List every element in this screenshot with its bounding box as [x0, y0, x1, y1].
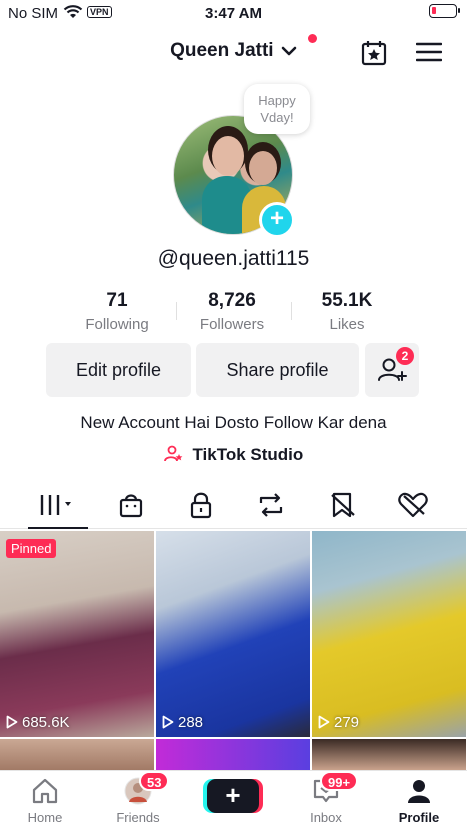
- content-tabs: [0, 483, 467, 529]
- view-count: 279: [318, 714, 359, 731]
- plus-icon: +: [225, 780, 241, 810]
- account-name: Queen Jatti: [170, 40, 274, 61]
- active-tab-indicator: [28, 527, 88, 529]
- stat-followers[interactable]: 8,726 Followers: [177, 290, 287, 333]
- nav-profile[interactable]: Profile: [379, 777, 459, 825]
- home-icon: [32, 778, 58, 804]
- view-count-value: 685.6K: [22, 714, 70, 731]
- videos-grid-icon[interactable]: [38, 491, 80, 519]
- add-friends-button[interactable]: 2: [365, 343, 419, 397]
- video-thumbnail[interactable]: 279: [312, 531, 466, 737]
- profile-stats: 71 Following 8,726 Followers 55.1K Likes: [60, 290, 407, 336]
- profile-header: Queen Jatti: [0, 34, 467, 70]
- friend-requests-badge: 2: [396, 347, 414, 365]
- calendar-star-icon[interactable]: [360, 39, 388, 67]
- battery-icon: [429, 4, 460, 18]
- chevron-down-icon: [281, 46, 297, 56]
- stat-value: 55.1K: [321, 290, 373, 311]
- shop-bag-icon[interactable]: [113, 491, 149, 519]
- video-thumbnail[interactable]: Pinned 685.6K: [0, 531, 154, 737]
- stat-likes[interactable]: 55.1K Likes: [292, 290, 402, 333]
- friends-badge: 53: [139, 771, 170, 791]
- notification-dot: [308, 34, 317, 43]
- profile-handle: @queen.jatti115: [157, 247, 310, 270]
- avatar-photo-figure: [249, 151, 277, 185]
- lock-icon[interactable]: [183, 491, 219, 519]
- play-icon: [6, 715, 18, 729]
- tiktok-studio-link[interactable]: TikTok Studio: [0, 445, 467, 465]
- create-button[interactable]: +: [207, 779, 259, 813]
- nav-home[interactable]: Home: [5, 777, 85, 825]
- nav-label: Friends: [116, 810, 160, 825]
- edit-profile-button[interactable]: Edit profile: [46, 343, 191, 397]
- add-story-button[interactable]: +: [259, 202, 295, 238]
- share-profile-button[interactable]: Share profile: [196, 343, 359, 397]
- inbox-badge: 99+: [320, 771, 359, 791]
- creator-star-icon: [163, 445, 183, 462]
- video-thumbnail[interactable]: 288: [156, 531, 310, 737]
- pinned-badge: Pinned: [6, 539, 57, 558]
- liked-icon[interactable]: [395, 491, 431, 519]
- stat-value: 71: [106, 290, 128, 311]
- status-bar: No SIM VPN 3:47 AM: [0, 0, 467, 26]
- video-thumbnail[interactable]: [0, 739, 154, 770]
- profile-note[interactable]: Happy Vday!: [244, 84, 310, 134]
- clock: 3:47 AM: [205, 5, 262, 22]
- bottom-navigation: Home Friends 53 + Inbox 99+ Profile: [0, 770, 467, 829]
- view-count: 288: [162, 714, 203, 731]
- video-thumbnail[interactable]: [312, 739, 466, 770]
- stat-value: 8,726: [208, 290, 256, 311]
- play-icon: [318, 715, 330, 729]
- nav-label: Home: [27, 810, 63, 825]
- nav-label: Inbox: [310, 810, 342, 825]
- menu-icon[interactable]: [416, 42, 442, 62]
- profile-bio: New Account Hai Dosto Follow Kar dena: [80, 413, 387, 432]
- play-icon: [162, 715, 174, 729]
- view-count-value: 288: [178, 714, 204, 731]
- stat-label: Following: [85, 316, 149, 333]
- video-thumbnail[interactable]: [156, 739, 310, 770]
- stat-label: Followers: [199, 316, 265, 333]
- tiktok-studio-label: TikTok Studio: [192, 445, 304, 464]
- account-switcher[interactable]: Queen Jatti: [0, 40, 467, 62]
- view-count-value: 279: [334, 714, 360, 731]
- stat-label: Likes: [329, 316, 365, 333]
- profile-icon: [408, 780, 430, 803]
- video-grid: Pinned 685.6K 288 279: [0, 530, 467, 770]
- repost-icon[interactable]: [253, 491, 289, 519]
- favorites-icon[interactable]: [325, 491, 361, 519]
- nav-label: Profile: [398, 810, 440, 825]
- stat-following[interactable]: 71 Following: [62, 290, 172, 333]
- view-count: 685.6K: [6, 714, 70, 731]
- avatar-photo-figure: [212, 136, 244, 176]
